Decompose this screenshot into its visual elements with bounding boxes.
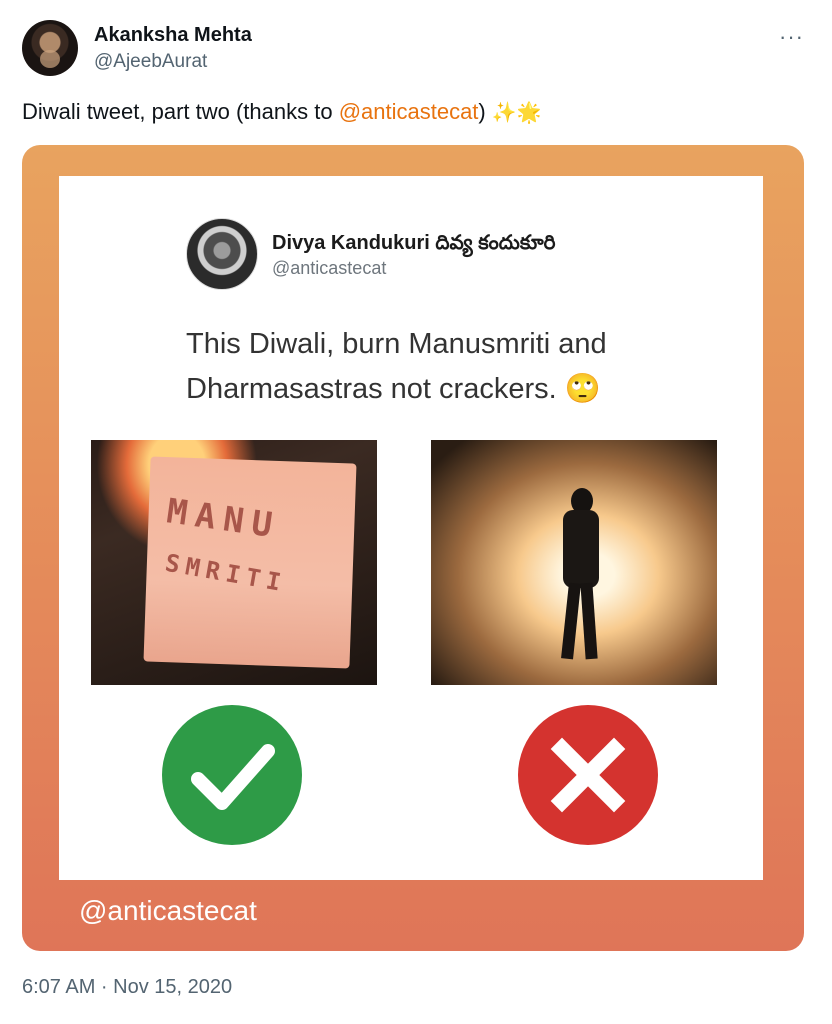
author-handle[interactable]: @AjeebAurat: [94, 51, 207, 73]
paper-text-line1: MANU: [164, 491, 283, 547]
mention-link[interactable]: @anticastecat: [339, 99, 479, 124]
tweet-timestamp[interactable]: 6:07 AM · Nov 15, 2020: [22, 976, 232, 999]
author-name[interactable]: Akanksha Mehta: [94, 24, 252, 47]
embedded-author-name: Divya Kandukuri దివ్య కందుకూరి: [272, 232, 556, 254]
embedded-tweet-text: This Diwali, burn Manusmriti and Dharmas…: [186, 328, 607, 405]
more-options-icon[interactable]: ···: [779, 24, 804, 50]
tweet-text-after: ): [478, 99, 492, 124]
avatar[interactable]: [22, 20, 78, 76]
sparkles-star-emoji: ✨🌟: [491, 102, 542, 124]
cross-icon: [518, 705, 658, 845]
paper-text-line2: SMRITI: [163, 548, 289, 598]
burning-manusmriti-photo: MANU SMRITI: [91, 440, 377, 685]
tweet-header: Akanksha Mehta @AjeebAurat ···: [22, 20, 810, 80]
tweet-text: Diwali tweet, part two (thanks to @antic…: [22, 99, 542, 125]
tweet-text-before: Diwali tweet, part two (thanks to: [22, 99, 339, 124]
firecracker-photo: [431, 440, 717, 685]
check-icon: [162, 705, 302, 845]
person-silhouette: [559, 488, 603, 660]
image-watermark: @anticastecat: [79, 895, 257, 926]
embedded-avatar: [186, 218, 258, 290]
tweet-image[interactable]: Divya Kandukuri దివ్య కందుకూరి @anticast…: [22, 145, 804, 951]
burning-paper: MANU SMRITI: [143, 456, 357, 669]
embedded-tweet-card: Divya Kandukuri దివ్య కందుకూరి @anticast…: [59, 176, 763, 880]
embedded-author-handle: @anticastecat: [272, 258, 387, 278]
